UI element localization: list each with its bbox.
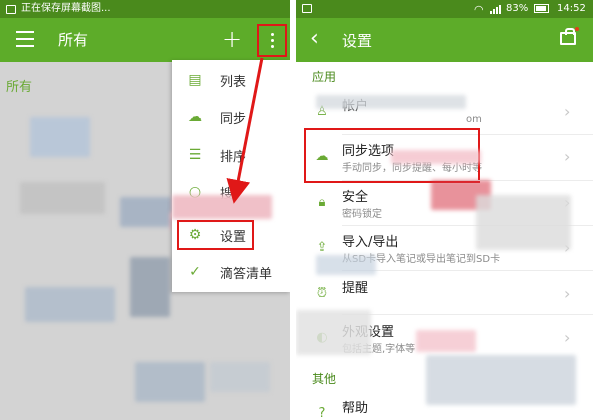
image-icon xyxy=(6,4,16,14)
sort-icon: ☰ xyxy=(188,147,202,163)
blurred-content xyxy=(30,117,90,157)
menu-item-sort[interactable]: ☰ 排序 xyxy=(172,135,290,175)
menu-item-list[interactable]: ▤ 列表 xyxy=(172,60,290,100)
blurred-content xyxy=(120,197,175,227)
app-bar-title: 所有 xyxy=(58,31,89,49)
export-icon: ⇪ xyxy=(316,240,328,255)
divider xyxy=(342,314,593,315)
blurred-content xyxy=(316,95,466,109)
blurred-content xyxy=(25,287,115,322)
signal-icon xyxy=(490,4,501,14)
chevron-right-icon: › xyxy=(564,147,571,166)
shop-bag-icon[interactable] xyxy=(560,28,576,45)
status-bar: 正在保存屏幕截图... xyxy=(0,0,290,18)
add-note-icon[interactable]: + xyxy=(222,27,242,51)
notification-dot xyxy=(575,27,579,31)
blurred-content xyxy=(316,255,376,275)
check-circle-icon: ✓ xyxy=(189,264,201,280)
left-screenshot: 正在保存屏幕截图... 所有 + 所有 ▤ 列表 ☁ 同步 ☰ 排序 ○ 搜 ⚙… xyxy=(0,0,290,420)
app-bar: ‹ 设置 xyxy=(296,18,593,62)
lock-icon: 🔒︎ xyxy=(318,195,326,210)
chevron-right-icon: › xyxy=(564,102,571,121)
divider xyxy=(342,270,593,271)
status-bar: ◠ 83% 14:52 xyxy=(296,0,593,18)
menu-item-sync[interactable]: ☁ 同步 xyxy=(172,97,290,137)
chevron-right-icon: › xyxy=(564,328,571,347)
blurred-content xyxy=(130,257,170,317)
blurred-content xyxy=(476,195,571,250)
right-screenshot: ◠ 83% 14:52 ‹ 设置 应用 ♙ 帐户 om › ☁ 同步选项 手动同… xyxy=(296,0,593,420)
app-bar: 所有 + xyxy=(0,18,290,62)
section-label: 所有 xyxy=(6,80,33,95)
hamburger-menu-icon[interactable] xyxy=(16,31,34,47)
overflow-menu: ▤ 列表 ☁ 同步 ☰ 排序 ○ 搜 ⚙ 设置 ✓ 滴答清单 xyxy=(172,60,290,292)
clock: 14:52 xyxy=(557,3,586,14)
app-bar-title: 设置 xyxy=(342,32,373,50)
alarm-icon: ⏰︎ xyxy=(316,286,328,301)
wifi-icon: ◠ xyxy=(474,3,484,16)
highlight-settings xyxy=(177,220,254,250)
section-header-app: 应用 xyxy=(312,70,337,84)
back-arrow-icon[interactable]: ‹ xyxy=(310,26,319,52)
help-icon: ? xyxy=(318,406,326,420)
blurred-content xyxy=(391,150,481,164)
section-header-other: 其他 xyxy=(312,372,337,386)
highlight-more-options xyxy=(257,24,287,57)
blurred-content xyxy=(210,362,270,392)
blurred-content xyxy=(416,330,476,352)
blurred-content xyxy=(426,355,576,405)
blurred-content xyxy=(296,310,371,355)
battery-percent: 83% xyxy=(506,3,529,14)
list-icon: ▤ xyxy=(188,72,202,88)
status-text: 正在保存屏幕截图... xyxy=(21,3,111,14)
blurred-content xyxy=(135,362,205,402)
blurred-content xyxy=(20,182,105,214)
menu-item-ticktick[interactable]: ✓ 滴答清单 xyxy=(172,252,290,292)
battery-icon xyxy=(534,4,549,13)
blurred-content xyxy=(172,195,272,219)
cloud-sync-icon: ☁ xyxy=(188,109,202,125)
chevron-right-icon: › xyxy=(564,284,571,303)
image-icon xyxy=(302,4,312,13)
